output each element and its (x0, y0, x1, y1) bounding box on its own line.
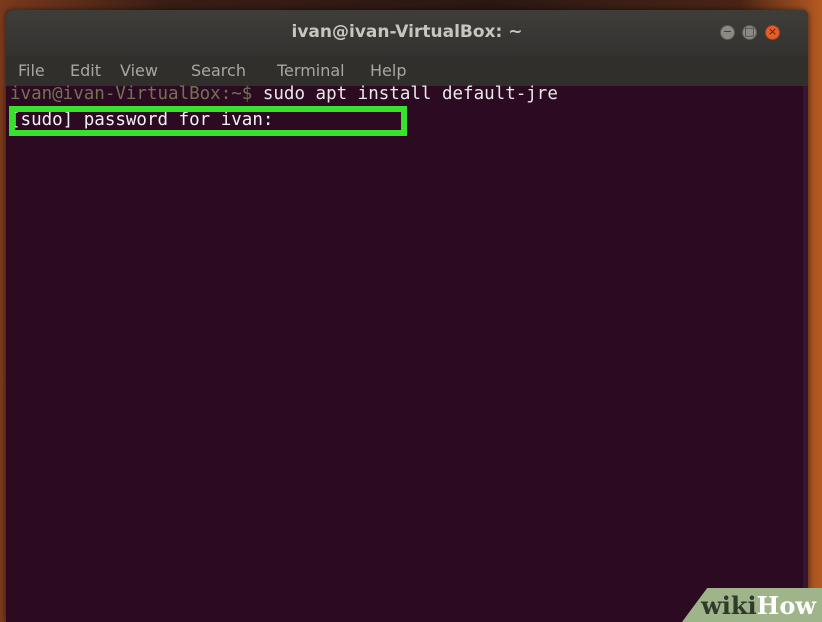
wikihow-logo-wiki: wiki (701, 591, 757, 620)
close-button[interactable]: × (765, 25, 780, 40)
menu-terminal[interactable]: Terminal (277, 61, 345, 80)
menu-edit[interactable]: Edit (70, 61, 101, 80)
menu-view[interactable]: View (120, 61, 158, 80)
window-title: ivan@ivan-VirtualBox: ~ (291, 22, 523, 42)
maximize-icon: □ (744, 25, 755, 38)
menu-file[interactable]: File (18, 61, 45, 80)
scrollbar[interactable] (803, 86, 808, 622)
wikihow-logo: wikiHow (701, 591, 816, 620)
menu-search[interactable]: Search (191, 61, 246, 80)
shell-prompt: ivan@ivan-VirtualBox:~$ (10, 84, 253, 104)
close-icon: × (767, 25, 778, 38)
wikihow-logo-how: How (756, 591, 816, 620)
command-text: sudo apt install default-jre (252, 84, 558, 104)
menu-help[interactable]: Help (370, 61, 406, 80)
terminal-area[interactable]: ivan@ivan-VirtualBox:~$ sudo apt install… (6, 84, 808, 622)
terminal-window[interactable]: ivan@ivan-VirtualBox: ~ − □ × File Edit … (6, 10, 808, 622)
menu-bar: File Edit View Search Terminal Help (6, 56, 808, 86)
minimize-button[interactable]: − (720, 25, 735, 40)
minimize-icon: − (722, 25, 733, 38)
title-bar[interactable]: ivan@ivan-VirtualBox: ~ − □ × (6, 10, 808, 56)
maximize-button[interactable]: □ (742, 25, 757, 40)
command-line: ivan@ivan-VirtualBox:~$ sudo apt install… (10, 84, 558, 104)
highlight-box (9, 106, 407, 136)
